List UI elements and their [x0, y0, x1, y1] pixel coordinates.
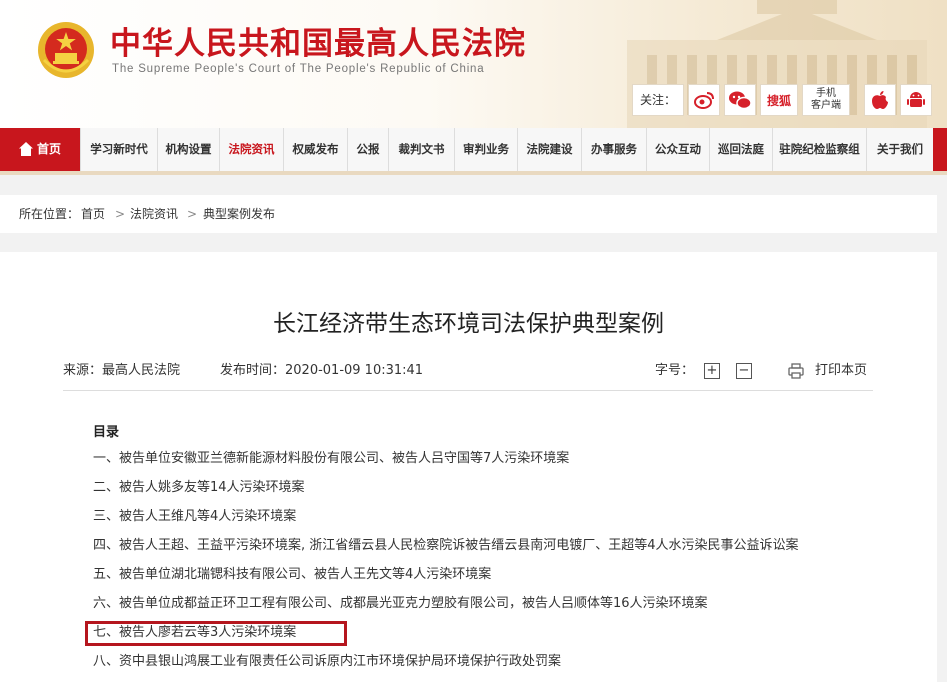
breadcrumb-sep: >	[187, 207, 198, 221]
sohu-button[interactable]: 搜狐	[760, 84, 798, 116]
ios-app-button[interactable]	[864, 84, 896, 116]
nav-item-discipline[interactable]: 驻院纪检监察组	[772, 128, 866, 171]
nav-home-label: 首页	[36, 142, 61, 156]
site-subtitle: The Supreme People's Court of The People…	[112, 63, 485, 75]
meta-divider	[63, 390, 873, 391]
font-size-label: 字号：	[655, 363, 695, 378]
nav-item-study[interactable]: 学习新时代	[80, 128, 157, 171]
print-button[interactable]: 打印本页	[815, 361, 867, 381]
toc-item[interactable]: 一、被告单位安徽亚兰德新能源材料股份有限公司、被告人吕守国等7人污染环境案	[93, 449, 569, 469]
breadcrumb-news[interactable]: 法院资讯	[130, 195, 178, 233]
article-title: 长江经济带生态环境司法保护典型案例	[273, 311, 664, 337]
breadcrumb-home[interactable]: 首页	[81, 195, 105, 233]
highlight-box	[85, 621, 347, 646]
main-nav: 首页 学习新时代 机构设置 法院资讯 权威发布 公报 裁判文书 审判业务 法院建…	[0, 128, 947, 175]
site-header: 中华人民共和国最高人民法院 The Supreme People's Court…	[0, 0, 947, 128]
breadcrumb: 所在位置： 首页 > 法院资讯 > 典型案例发布	[0, 195, 937, 233]
article: 长江经济带生态环境司法保护典型案例 来源：最高人民法院 发布时间：2020-01…	[0, 252, 937, 682]
android-icon	[907, 92, 925, 107]
nav-item-public[interactable]: 公众互动	[646, 128, 709, 171]
nav-item-building[interactable]: 法院建设	[517, 128, 581, 171]
breadcrumb-current[interactable]: 典型案例发布	[203, 195, 275, 233]
nav-item-about[interactable]: 关于我们	[866, 128, 933, 171]
site-title[interactable]: 中华人民共和国最高人民法院	[110, 18, 526, 63]
article-published: 发布时间：2020-01-09 10:31:41	[220, 363, 424, 378]
wechat-button[interactable]	[724, 84, 756, 116]
wechat-icon	[729, 91, 752, 110]
breadcrumb-sep: >	[115, 207, 126, 221]
toc-item[interactable]: 八、资中县银山鸿展工业有限责任公司诉原内江市环境保护局环境保护行政处罚案	[93, 652, 561, 672]
nav-item-org[interactable]: 机构设置	[157, 128, 219, 171]
nav-item-news[interactable]: 法院资讯	[219, 128, 283, 171]
home-icon	[18, 142, 33, 156]
toc-title: 目录	[93, 425, 120, 440]
breadcrumb-prefix: 所在位置：	[19, 207, 80, 221]
toc-item[interactable]: 四、被告人王超、王益平污染环境案, 浙江省缙云县人民检察院诉被告缙云县南河电镀厂…	[93, 536, 799, 556]
weibo-button[interactable]	[688, 84, 720, 116]
nav-item-judgments[interactable]: 裁判文书	[388, 128, 454, 171]
font-decrease-button[interactable]: −	[736, 363, 752, 379]
toc-item[interactable]: 三、被告人王维凡等4人污染环境案	[93, 507, 296, 527]
toc-item[interactable]: 六、被告单位成都益正环卫工程有限公司、成都晨光亚克力塑胶有限公司，被告人吕顺体等…	[93, 594, 708, 614]
weibo-icon	[694, 92, 714, 109]
mobile-client-button[interactable]: 手机 客户端	[802, 84, 850, 116]
nav-item-services[interactable]: 办事服务	[581, 128, 646, 171]
nav-item-trials[interactable]: 审判业务	[454, 128, 517, 171]
mobile-line2: 客户端	[811, 100, 841, 111]
national-emblem-icon[interactable]	[36, 20, 96, 80]
nav-home[interactable]: 首页	[0, 128, 80, 171]
follow-bar: 关注： 搜狐 手机 客户端	[632, 84, 944, 116]
toc-item[interactable]: 五、被告单位湖北瑞锶科技有限公司、被告人王先文等4人污染环境案	[93, 565, 491, 585]
font-increase-button[interactable]: +	[704, 363, 720, 379]
mobile-line1: 手机	[816, 88, 836, 99]
android-app-button[interactable]	[900, 84, 932, 116]
print-icon[interactable]	[788, 363, 804, 379]
nav-item-circuit[interactable]: 巡回法庭	[709, 128, 772, 171]
apple-icon	[872, 91, 888, 109]
nav-item-gazette[interactable]: 公报	[347, 128, 388, 171]
follow-label: 关注：	[632, 84, 684, 116]
article-source: 来源：最高人民法院	[63, 363, 181, 378]
toc-item[interactable]: 二、被告人姚多友等14人污染环境案	[93, 478, 305, 498]
nav-item-releases[interactable]: 权威发布	[283, 128, 347, 171]
